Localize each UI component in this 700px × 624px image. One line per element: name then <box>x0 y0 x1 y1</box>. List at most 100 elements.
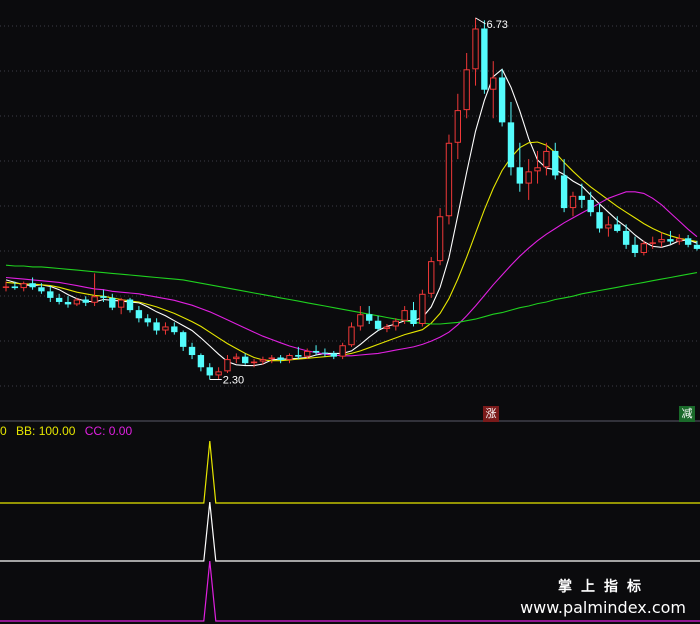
candle <box>348 322 355 347</box>
candle-body <box>2 286 10 288</box>
candle <box>631 236 639 258</box>
candle-body <box>144 318 151 323</box>
candle-body <box>109 297 116 308</box>
candle-body <box>472 28 479 70</box>
up-tag: 涨 <box>483 406 499 422</box>
candle-body <box>55 297 63 302</box>
candle-body <box>490 77 497 90</box>
candle <box>171 322 178 335</box>
candle <box>684 235 692 248</box>
candle <box>596 204 603 233</box>
candle-body <box>11 286 19 289</box>
candle-body <box>179 332 187 347</box>
candle-body <box>419 293 426 325</box>
candle-body <box>569 195 577 209</box>
watermark-cn: 掌上指标 <box>558 579 650 595</box>
candle-body <box>498 77 506 123</box>
candle-body <box>676 238 683 242</box>
candle <box>233 353 240 364</box>
price-annotations: 6.73 2.30 <box>209 17 508 387</box>
candle <box>321 348 329 357</box>
candle-body <box>91 296 98 303</box>
candle-body <box>242 356 249 364</box>
candle <box>525 159 532 200</box>
candle-body <box>197 355 205 368</box>
candle <box>162 322 169 335</box>
candle <box>676 234 683 245</box>
candle <box>383 324 391 333</box>
candle <box>374 315 382 331</box>
candle-body <box>188 346 196 356</box>
candle <box>490 61 497 119</box>
watermark: 掌上指标 www.palmindex.com <box>520 576 686 617</box>
candle <box>268 355 275 364</box>
candle <box>507 101 515 176</box>
candle <box>552 142 559 180</box>
candle <box>215 367 222 380</box>
candle-body <box>348 326 355 346</box>
candle <box>242 353 249 365</box>
candle <box>436 208 444 266</box>
candle-body <box>304 350 311 357</box>
indicator-legend: 0 BB: 100.00 CC: 0.00 <box>0 424 138 438</box>
candle <box>587 191 594 217</box>
candle-body <box>339 345 346 357</box>
watermark-url: www.palmindex.com <box>520 598 686 617</box>
candle-body <box>330 353 337 357</box>
candle <box>667 230 674 244</box>
candle-body <box>525 171 532 184</box>
candle-body <box>605 224 612 229</box>
chart-canvas: 6.73 2.30 <box>0 17 700 622</box>
candle <box>569 191 577 217</box>
candle <box>463 52 470 119</box>
ma-line-3 <box>5 264 698 325</box>
candle-body <box>410 310 417 324</box>
candle <box>20 281 27 292</box>
candle <box>277 355 284 364</box>
candle <box>339 342 346 360</box>
candle-body <box>268 357 275 360</box>
candle-body <box>392 320 399 327</box>
candle <box>366 306 373 324</box>
candle <box>179 330 187 351</box>
candle-body <box>259 359 267 362</box>
candle <box>286 353 293 364</box>
candle-body <box>596 212 603 229</box>
candle <box>658 232 665 248</box>
candle <box>560 159 568 213</box>
candle-body <box>445 142 453 217</box>
candle <box>109 293 116 311</box>
candle-body <box>534 167 541 172</box>
candle <box>498 69 506 127</box>
candle-body <box>684 238 692 245</box>
candle-body <box>38 287 45 292</box>
candle-body <box>693 244 700 249</box>
candle <box>197 353 205 372</box>
candle-body <box>481 28 488 90</box>
candle-body <box>47 291 54 298</box>
candle-body <box>82 299 89 303</box>
candle <box>357 306 364 331</box>
candle-body <box>295 355 302 357</box>
legend-item-cc: CC: 0.00 <box>84 424 133 438</box>
candle <box>410 301 417 327</box>
indicator-line-0 <box>0 440 700 504</box>
candle-body <box>383 326 391 329</box>
candle-body <box>153 322 160 331</box>
candle <box>206 363 213 380</box>
candle-body <box>233 356 240 360</box>
candle <box>47 285 54 302</box>
candle-body <box>100 296 107 298</box>
candle-body <box>640 243 648 253</box>
candle-body <box>436 216 444 262</box>
candle <box>126 297 134 313</box>
candle-body <box>215 371 222 376</box>
candle-body <box>401 310 408 321</box>
candle <box>135 306 143 323</box>
low-label: 2.30 <box>223 375 244 387</box>
candle <box>428 257 435 298</box>
candle-body <box>552 150 559 176</box>
candle <box>472 17 479 86</box>
candle <box>445 134 453 225</box>
candle <box>578 183 586 209</box>
